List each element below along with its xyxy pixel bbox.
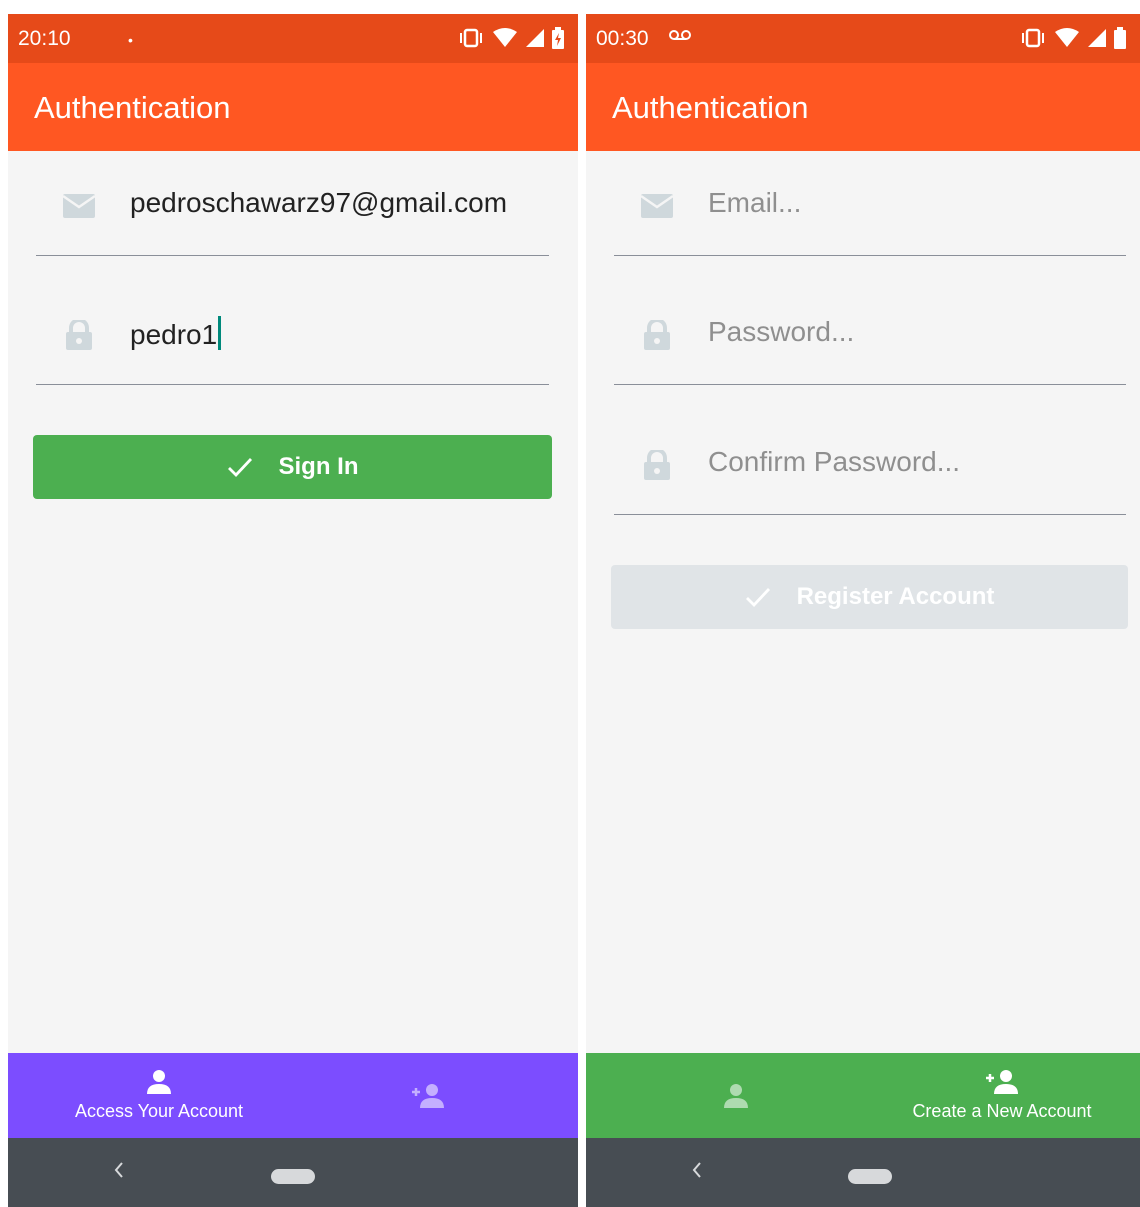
signal-icon <box>526 29 544 47</box>
status-icons <box>1020 27 1126 49</box>
password-placeholder: Password... <box>708 316 855 347</box>
battery-icon <box>1114 27 1126 49</box>
wifi-icon <box>493 28 517 47</box>
person-icon <box>724 1083 748 1108</box>
email-placeholder: Email... <box>708 187 802 218</box>
person-add-icon <box>986 1070 1018 1094</box>
confirm-password-field[interactable]: Confirm Password... <box>614 410 1126 515</box>
app-title: Authentication <box>34 90 231 125</box>
register-screen: 00:30 Authentication Email... Password..… <box>586 14 1140 1207</box>
status-time: 20:10 <box>18 27 71 50</box>
back-icon[interactable] <box>690 1159 704 1181</box>
text-cursor <box>218 316 221 350</box>
nav-create-account[interactable]: Create a New Account <box>882 1053 1122 1138</box>
home-pill-button[interactable] <box>848 1169 892 1184</box>
register-label: Register Account <box>796 583 995 610</box>
check-icon <box>227 458 252 478</box>
nav-create-account[interactable] <box>388 1053 468 1138</box>
confirm-password-placeholder: Confirm Password... <box>708 446 961 477</box>
password-value: pedro1 <box>130 316 221 351</box>
email-field[interactable]: Email... <box>614 151 1126 256</box>
password-text: pedro1 <box>130 319 218 350</box>
sign-in-button[interactable]: Sign In <box>33 435 552 499</box>
password-field[interactable]: pedro1 <box>36 280 549 385</box>
status-dot: • <box>128 32 133 48</box>
password-field[interactable]: Password... <box>614 280 1126 385</box>
system-navigation-bar <box>8 1138 578 1207</box>
nav-access-label: Access Your Account <box>74 1101 244 1121</box>
home-pill-button[interactable] <box>271 1169 315 1184</box>
wifi-icon <box>1055 28 1079 47</box>
email-value: pedroschawarz97@gmail.com <box>130 187 508 218</box>
voicemail-icon <box>669 30 691 40</box>
status-time: 00:30 <box>596 27 649 50</box>
check-icon <box>745 588 770 608</box>
sign-in-screen: 20:10 • Authentication pedroschawarz97@g… <box>8 14 578 1207</box>
sign-in-label: Sign In <box>278 453 359 480</box>
email-icon <box>62 194 96 218</box>
register-account-button[interactable]: Register Account <box>611 565 1128 629</box>
battery-charging-icon <box>552 27 564 49</box>
vibrate-icon <box>1022 28 1044 48</box>
person-icon <box>147 1070 171 1094</box>
status-bar: 00:30 <box>586 14 1140 63</box>
signal-icon <box>1088 29 1106 47</box>
email-icon <box>640 194 674 218</box>
email-field[interactable]: pedroschawarz97@gmail.com <box>36 151 549 256</box>
bottom-navigation: Create a New Account <box>586 1053 1140 1138</box>
bottom-navigation: Access Your Account <box>8 1053 578 1138</box>
status-bar: 20:10 • <box>8 14 578 63</box>
lock-icon <box>644 320 670 350</box>
lock-icon <box>66 320 92 350</box>
app-bar: Authentication <box>8 63 578 151</box>
lock-icon <box>644 450 670 480</box>
app-bar: Authentication <box>586 63 1140 151</box>
person-add-icon <box>412 1083 444 1108</box>
app-title: Authentication <box>612 90 809 125</box>
system-navigation-bar <box>586 1138 1140 1207</box>
nav-access-account[interactable]: Access Your Account <box>39 1053 279 1138</box>
nav-access-account[interactable] <box>696 1053 776 1138</box>
vibrate-icon <box>460 28 482 48</box>
back-icon[interactable] <box>112 1159 126 1181</box>
nav-create-label: Create a New Account <box>912 1101 1092 1121</box>
status-icons <box>458 27 564 49</box>
